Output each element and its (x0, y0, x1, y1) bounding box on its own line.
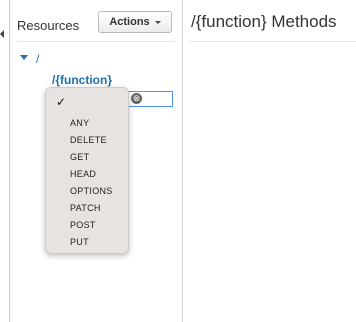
method-option-head[interactable]: HEAD (70, 169, 96, 179)
collapse-arrow-icon[interactable] (0, 30, 4, 38)
method-option-post[interactable]: POST (70, 220, 96, 230)
actions-button-label: Actions (109, 16, 150, 28)
tree-item-function[interactable]: /{function} (52, 73, 112, 87)
method-option-put[interactable]: PUT (70, 237, 89, 247)
actions-button[interactable]: Actions (98, 11, 172, 33)
method-option-any[interactable]: ANY (70, 118, 89, 128)
resources-title: Resources (17, 18, 80, 33)
methods-divider (190, 41, 356, 42)
cancel-icon[interactable]: ⊗ (131, 93, 142, 104)
method-option-delete[interactable]: DELETE (70, 135, 107, 145)
method-option-get[interactable]: GET (70, 152, 89, 162)
method-dropdown[interactable]: ✓ ANY DELETE GET HEAD OPTIONS PATCH POST… (45, 87, 129, 254)
method-option-options[interactable]: OPTIONS (70, 186, 113, 196)
left-collapse-strip[interactable] (0, 0, 10, 322)
caret-down-icon (154, 20, 161, 24)
methods-title: /{function} Methods (191, 12, 337, 31)
checkmark-icon[interactable]: ✓ (56, 95, 66, 109)
tree-expand-icon[interactable] (20, 55, 28, 60)
method-option-patch[interactable]: PATCH (70, 203, 101, 213)
header-divider (17, 41, 175, 42)
tree-item-root[interactable]: / (36, 52, 39, 66)
